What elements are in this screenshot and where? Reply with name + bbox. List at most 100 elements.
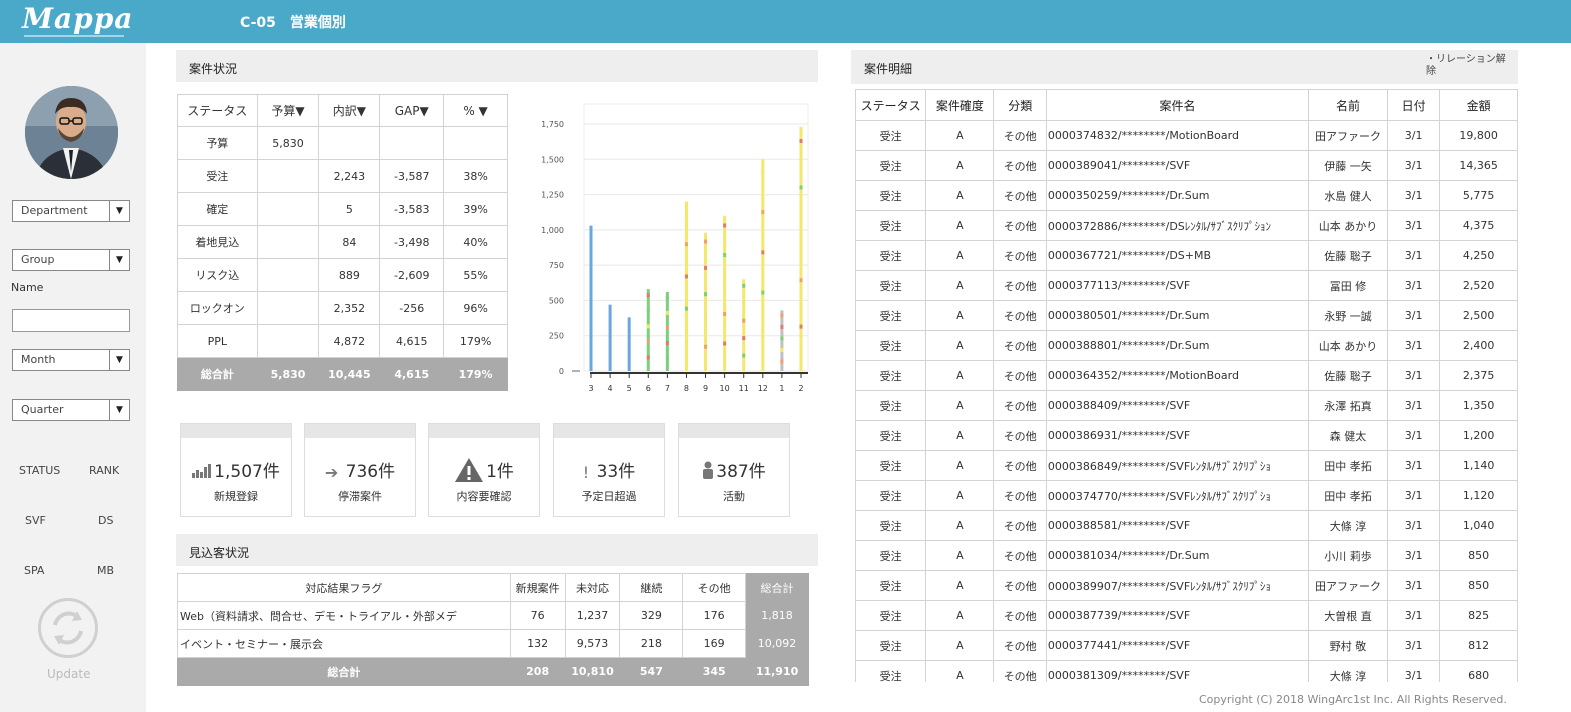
table-cell: 1,237 [564, 601, 621, 630]
table-cell: その他 [993, 540, 1047, 571]
y-tick-label: 1,750 [541, 120, 564, 129]
kpi-card-activity[interactable]: 387件 活動 [678, 423, 790, 517]
table-row[interactable]: 受注 A その他 0000381034/********/Dr.Sum 小川 莉歩 3/1… [855, 540, 1518, 571]
app-logo[interactable]: Mappa [22, 2, 133, 35]
table-cell: 5,775 [1439, 180, 1518, 211]
table-cell: 3/1 [1386, 540, 1441, 571]
table-cell: 受注 [855, 480, 927, 511]
bar-segment [665, 295, 669, 300]
kpi-card-new-registrations[interactable]: 1,507件 新規登録 [180, 423, 292, 517]
department-select[interactable]: Department ▼ [12, 200, 130, 222]
table-cell: 0000387739/********/SVF [1045, 600, 1310, 631]
kpi-card-overdue[interactable]: ! 33件 予定日超過 [553, 423, 665, 517]
table-row[interactable]: 受注 A その他 0000388409/********/SVF 永澤 拓真 3/1 1,3… [855, 390, 1518, 421]
col-header: 案件確度 [925, 89, 995, 121]
table-row[interactable]: 受注 A その他 0000374770/********/SVFﾚﾝﾀﾙ/ｻﾌﾞｽｸﾘ… [855, 480, 1518, 511]
link-rank[interactable]: RANK [89, 464, 119, 477]
table-cell: 76 [509, 601, 566, 630]
table-cell: 1,120 [1439, 480, 1518, 511]
update-button[interactable]: Update [47, 667, 90, 681]
x-tick-label: 1 [779, 384, 784, 393]
table-cell: 受注 [855, 240, 927, 271]
table-cell: 96% [443, 291, 508, 325]
table-cell: A [925, 480, 995, 511]
name-input[interactable] [12, 309, 130, 332]
table-row[interactable]: 受注 A その他 0000387739/********/SVF 大曽根 直 3/1 825 [855, 600, 1518, 631]
kpi-card-review[interactable]: 1件 内容要確認 [428, 423, 540, 517]
table-cell [256, 291, 320, 325]
y-tick-label: 750 [549, 261, 564, 270]
table-row[interactable]: 受注 A その他 0000388581/********/SVF 大條 淳 3/1 1,04… [855, 510, 1518, 541]
table-cell: 889 [318, 258, 381, 292]
table-cell: 0000389041/********/SVF [1045, 150, 1310, 181]
bar-segment [799, 139, 803, 144]
table-row[interactable]: 受注 A その他 0000377113/********/SVF 冨田 修 3/1 2,52… [855, 270, 1518, 301]
table-cell: 10,445 [318, 357, 381, 391]
x-tick-label: 8 [684, 384, 689, 393]
kpi-card-stalled[interactable]: ➔ 736件 停滞案件 [304, 423, 416, 517]
table-cell: 受注 [177, 159, 258, 193]
table-row[interactable]: 受注 A その他 0000388801/********/Dr.Sum 山本 あかり 3/… [855, 330, 1518, 361]
table-cell: 0000377113/********/SVF [1045, 270, 1310, 301]
table-cell: 着地見込 [177, 225, 258, 259]
table-cell: 森 健太 [1308, 420, 1388, 451]
table-cell: 受注 [855, 450, 927, 481]
col-header-breakdown[interactable]: 内訳▼ [318, 94, 381, 127]
detail-table-container[interactable]: ステータス 案件確度 分類 案件名 名前 日付 金額 受注 A その他 0000374… [855, 89, 1518, 682]
relation-release-link[interactable]: ・リレーション解除 [1426, 54, 1512, 78]
table-row[interactable]: 受注 A その他 0000386849/********/SVFﾚﾝﾀﾙ/ｻﾌﾞｽｸﾘ… [855, 450, 1518, 481]
table-row[interactable]: 受注 A その他 0000372886/********/DSﾚﾝﾀﾙ/ｻﾌﾞｽｸﾘﾌ… [855, 210, 1518, 241]
link-mb[interactable]: MB [97, 564, 114, 577]
table-row[interactable]: 受注 A その他 0000389041/********/SVF 伊藤 一矢 3/1 14,… [855, 150, 1518, 181]
table-cell: その他 [993, 630, 1047, 661]
link-ds[interactable]: DS [98, 514, 113, 527]
chevron-down-icon[interactable]: ▼ [109, 350, 129, 370]
bar-segment [780, 324, 784, 329]
table-row[interactable]: 受注 A その他 0000364352/********/MotionBoard 佐藤 … [855, 360, 1518, 391]
table-cell: 3/1 [1386, 360, 1441, 391]
link-spa[interactable]: SPA [24, 564, 44, 577]
kpi-value: 1,507件 [214, 462, 280, 482]
month-select[interactable]: Month ▼ [12, 349, 130, 371]
bar-segment [665, 355, 669, 360]
table-row[interactable]: 受注 A その他 0000367721/********/DS+MB 佐藤 聡子 3/1 4… [855, 240, 1518, 271]
chevron-down-icon[interactable]: ▼ [109, 400, 129, 420]
bar [627, 317, 631, 371]
col-header-percent[interactable]: % ▼ [443, 94, 508, 127]
group-select[interactable]: Group ▼ [12, 249, 130, 271]
bar-segment [761, 210, 765, 215]
link-status[interactable]: STATUS [19, 464, 60, 477]
table-cell: A [925, 180, 995, 211]
table-cell: A [925, 270, 995, 301]
chevron-down-icon[interactable]: ▼ [109, 250, 129, 270]
bar-segment [684, 274, 688, 279]
table-row[interactable]: 受注 A その他 0000389907/********/SVFﾚﾝﾀﾙ/ｻﾌﾞｽｸﾘ… [855, 570, 1518, 601]
table-cell: 4,872 [318, 324, 381, 358]
chevron-down-icon[interactable]: ▼ [109, 201, 129, 221]
bar-segment [646, 308, 650, 313]
link-svf[interactable]: SVF [25, 514, 46, 527]
bar-segment [761, 169, 765, 174]
table-row[interactable]: 受注 A その他 0000386931/********/SVF 森 健太 3/1 1,20… [855, 420, 1518, 451]
table-row[interactable]: 受注 A その他 0000377441/********/SVF 野村 敬 3/1 812 [855, 630, 1518, 661]
table-row[interactable]: 受注 A その他 0000381309/********/SVF 大條 淳 3/1 680 [855, 660, 1518, 682]
table-cell: イベント・セミナー・展示会 [177, 629, 511, 658]
refresh-icon[interactable] [38, 598, 98, 658]
table-cell: 3/1 [1386, 480, 1441, 511]
col-header-budget[interactable]: 予算▼ [256, 94, 320, 127]
quarter-select[interactable]: Quarter ▼ [12, 399, 130, 421]
table-cell: 1,040 [1439, 510, 1518, 541]
bar-segment [723, 341, 727, 346]
table-row[interactable]: 受注 A その他 0000380501/********/Dr.Sum 永野 一誠 3/1… [855, 300, 1518, 331]
table-row: 着地見込 84 -3,498 40% [177, 225, 508, 259]
table-cell: 大條 淳 [1308, 660, 1388, 682]
col-header-gap[interactable]: GAP▼ [379, 94, 445, 127]
table-cell: 1,140 [1439, 450, 1518, 481]
table-row[interactable]: 受注 A その他 0000374832/********/MotionBoard 田アフ… [855, 120, 1518, 151]
table-row[interactable]: 受注 A その他 0000350259/********/Dr.Sum 水島 健人 3/1… [855, 180, 1518, 211]
table-cell: 予算 [177, 126, 258, 160]
bar-segment [704, 292, 708, 297]
table-cell: 3/1 [1386, 600, 1441, 631]
bar-segment [761, 290, 765, 295]
table-cell: 10,092 [745, 629, 809, 658]
